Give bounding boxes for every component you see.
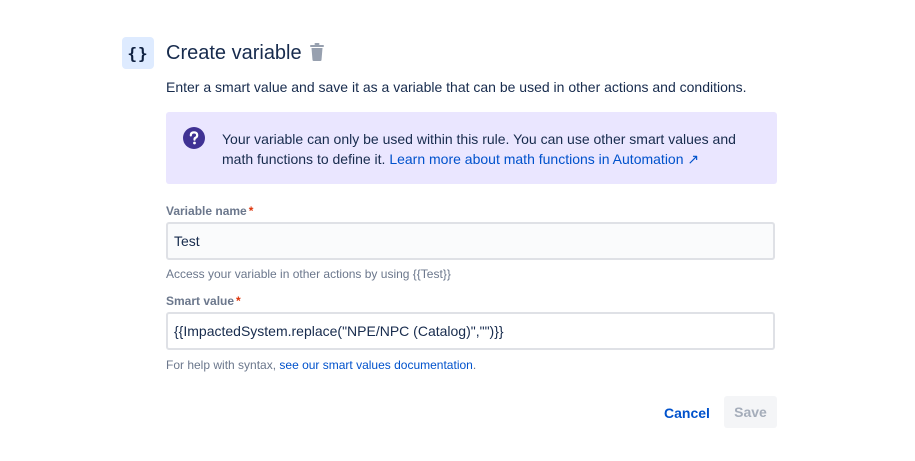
smart-value-input[interactable]: {{ImpactedSystem.replace("NPE/NPC (Catal… xyxy=(166,312,775,350)
smart-value-help-text: For help with syntax, xyxy=(166,358,277,372)
math-functions-link-label: Learn more about math functions in Autom… xyxy=(389,151,684,167)
math-functions-link[interactable]: Learn more about math functions in Autom… xyxy=(389,151,699,167)
question-circle-icon xyxy=(183,127,205,149)
smart-value-label: Smart value * xyxy=(166,294,241,308)
save-button[interactable]: Save xyxy=(724,396,777,428)
smart-value-help-suffix: . xyxy=(472,358,477,372)
smart-value-value: {{ImpactedSystem.replace("NPE/NPC (Catal… xyxy=(174,323,504,339)
required-marker: * xyxy=(236,294,241,308)
smart-value-label-text: Smart value xyxy=(166,294,235,308)
required-marker: * xyxy=(248,204,254,218)
smart-value-help: For help with syntax, see our smart valu… xyxy=(166,358,476,372)
smart-value-braces-icon: {} xyxy=(122,37,154,69)
page-title: Create variable xyxy=(166,42,302,64)
trash-icon[interactable] xyxy=(309,43,325,61)
variable-name-help: Access your variable in other actions by… xyxy=(166,267,451,281)
external-link-icon: ↗ xyxy=(687,151,700,167)
cancel-button[interactable]: Cancel xyxy=(657,397,717,429)
info-message: Your variable can only be used within th… xyxy=(222,129,752,169)
variable-name-label-text: Variable name xyxy=(166,204,247,218)
smart-values-docs-link[interactable]: see our smart values documentation xyxy=(279,358,472,372)
info-panel: Your variable can only be used within th… xyxy=(166,112,777,184)
page-description: Enter a smart value and save it as a var… xyxy=(166,79,747,95)
variable-name-value: Test xyxy=(174,233,200,249)
variable-name-label: Variable name * xyxy=(166,204,253,218)
variable-name-input[interactable]: Test xyxy=(166,222,775,260)
